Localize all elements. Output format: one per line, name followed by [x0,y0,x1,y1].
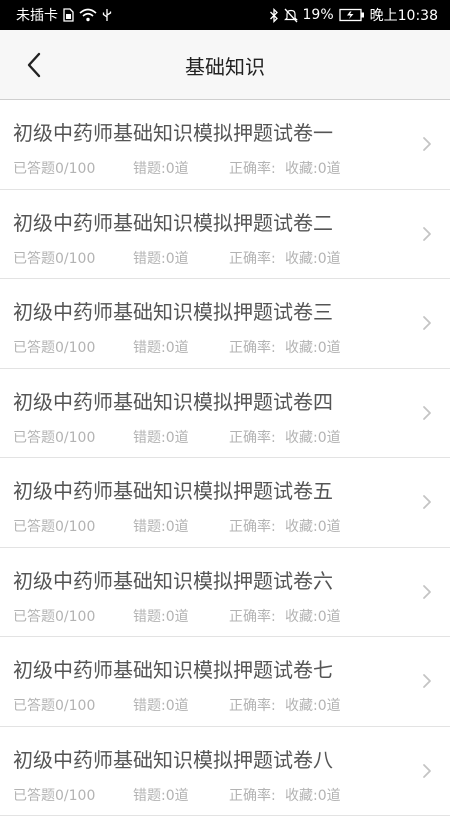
wrong-count: 错题:0道 [133,248,189,268]
sim-icon [63,8,74,22]
exam-meta: 已答题0/100 错题:0道 正确率: 收藏:0道 [13,248,413,266]
answered-count: 已答题0/100 [13,606,95,626]
wrong-count: 错题:0道 [133,606,189,626]
exam-meta: 已答题0/100 错题:0道 正确率: 收藏:0道 [13,695,413,713]
status-bar-right: 19% 晚上10:38 [269,5,438,25]
wrong-count: 错题:0道 [133,785,189,805]
mute-icon [284,8,298,23]
chevron-right-icon [422,136,432,152]
wrong-count: 错题:0道 [133,516,189,536]
wrong-count: 错题:0道 [133,695,189,715]
accuracy-label: 正确率: [229,158,276,178]
accuracy-label: 正确率: [229,516,276,536]
wrong-count: 错题:0道 [133,427,189,447]
exam-list-item[interactable]: 初级中药师基础知识模拟押题试卷六已答题0/100 错题:0道 正确率: 收藏:0道 [0,548,450,638]
accuracy-label: 正确率: [229,785,276,805]
bluetooth-icon [269,8,279,23]
chevron-right-icon [422,226,432,242]
back-chevron-icon [25,52,43,78]
answered-count: 已答题0/100 [13,158,95,178]
exam-list-item[interactable]: 初级中药师基础知识模拟押题试卷七已答题0/100 错题:0道 正确率: 收藏:0道 [0,637,450,727]
exam-list-item[interactable]: 初级中药师基础知识模拟押题试卷四已答题0/100 错题:0道 正确率: 收藏:0道 [0,369,450,459]
favorites-count: 收藏:0道 [285,785,341,805]
answered-count: 已答题0/100 [13,695,95,715]
exam-list-item[interactable]: 初级中药师基础知识模拟押题试卷三已答题0/100 错题:0道 正确率: 收藏:0道 [0,279,450,369]
exam-title: 初级中药师基础知识模拟押题试卷六 [13,565,333,594]
clock-text: 晚上10:38 [370,5,438,25]
exam-title: 初级中药师基础知识模拟押题试卷八 [13,744,333,773]
usb-icon [102,8,112,22]
exam-meta: 已答题0/100 错题:0道 正确率: 收藏:0道 [13,158,413,176]
accuracy-label: 正确率: [229,695,276,715]
chevron-right-icon [422,763,432,779]
favorites-count: 收藏:0道 [285,695,341,715]
exam-title: 初级中药师基础知识模拟押题试卷三 [13,296,333,325]
wrong-count: 错题:0道 [133,337,189,357]
status-bar: 未插卡 19% 晚上10:38 [0,0,450,30]
battery-percent: 19% [303,7,334,23]
exam-title: 初级中药师基础知识模拟押题试卷七 [13,654,333,683]
favorites-count: 收藏:0道 [285,516,341,536]
chevron-right-icon [422,673,432,689]
exam-meta: 已答题0/100 错题:0道 正确率: 收藏:0道 [13,516,413,534]
exam-meta: 已答题0/100 错题:0道 正确率: 收藏:0道 [13,606,413,624]
exam-meta: 已答题0/100 错题:0道 正确率: 收藏:0道 [13,337,413,355]
favorites-count: 收藏:0道 [285,248,341,268]
exam-title: 初级中药师基础知识模拟押题试卷四 [13,386,333,415]
nav-bar: 基础知识 [0,30,450,100]
wifi-icon [79,8,97,22]
exam-meta: 已答题0/100 错题:0道 正确率: 收藏:0道 [13,427,413,445]
exam-title: 初级中药师基础知识模拟押题试卷五 [13,475,333,504]
favorites-count: 收藏:0道 [285,158,341,178]
accuracy-label: 正确率: [229,606,276,626]
exam-list-item[interactable]: 初级中药师基础知识模拟押题试卷八已答题0/100 错题:0道 正确率: 收藏:0道 [0,727,450,816]
answered-count: 已答题0/100 [13,785,95,805]
answered-count: 已答题0/100 [13,516,95,536]
chevron-right-icon [422,584,432,600]
answered-count: 已答题0/100 [13,337,95,357]
exam-list: 初级中药师基础知识模拟押题试卷一已答题0/100错题:0道正确率:收藏:0道初级… [0,100,450,816]
chevron-right-icon [422,494,432,510]
battery-icon [339,8,365,22]
exam-list-item[interactable]: 初级中药师基础知识模拟押题试卷五已答题0/100 错题:0道 正确率: 收藏:0道 [0,458,450,548]
answered-count: 已答题0/100 [13,427,95,447]
back-button[interactable] [14,47,54,83]
chevron-right-icon [422,315,432,331]
chevron-right-icon [422,405,432,421]
accuracy-label: 正确率: [229,248,276,268]
accuracy-label: 正确率: [229,427,276,447]
wrong-count: 错题:0道 [133,158,189,178]
exam-list-item[interactable]: 初级中药师基础知识模拟押题试卷一已答题0/100 错题:0道 正确率: 收藏:0道 [0,100,450,190]
exam-title: 初级中药师基础知识模拟押题试卷二 [13,207,333,236]
carrier-text: 未插卡 [16,5,58,25]
page-title: 基础知识 [0,30,450,100]
favorites-count: 收藏:0道 [285,337,341,357]
status-bar-left: 未插卡 [16,5,112,25]
exam-title: 初级中药师基础知识模拟押题试卷一 [13,117,333,146]
favorites-count: 收藏:0道 [285,606,341,626]
exam-list-item[interactable]: 初级中药师基础知识模拟押题试卷二已答题0/100 错题:0道 正确率: 收藏:0道 [0,190,450,280]
accuracy-label: 正确率: [229,337,276,357]
favorites-count: 收藏:0道 [285,427,341,447]
answered-count: 已答题0/100 [13,248,95,268]
